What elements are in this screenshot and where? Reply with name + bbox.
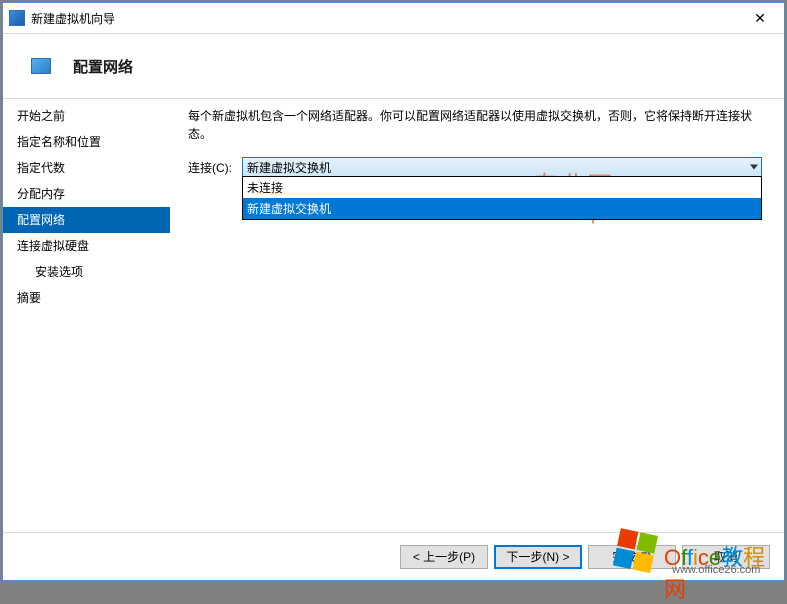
sidebar-item-before-begin[interactable]: 开始之前: [3, 103, 170, 129]
combo-value: 新建虚拟交换机: [247, 159, 331, 176]
sidebar: 开始之前 指定名称和位置 指定代数 分配内存 配置网络 连接虚拟硬盘 安装选项 …: [3, 99, 170, 519]
wizard-window: 新建虚拟机向导 ✕ 配置网络 开始之前 指定名称和位置 指定代数 分配内存 配置…: [2, 2, 785, 581]
content-area: 每个新虚拟机包含一个网络适配器。你可以配置网络适配器以使用虚拟交换机，否则，它将…: [170, 99, 784, 519]
sidebar-item-install-options[interactable]: 安装选项: [3, 259, 170, 285]
sidebar-item-memory[interactable]: 分配内存: [3, 181, 170, 207]
close-button[interactable]: ✕: [742, 6, 778, 30]
finish-button[interactable]: 完成(F): [588, 545, 676, 569]
next-button[interactable]: 下一步(N) >: [494, 545, 582, 569]
connection-dropdown: 未连接 新建虚拟交换机: [242, 176, 762, 220]
connection-combobox[interactable]: 新建虚拟交换机: [242, 157, 762, 177]
cancel-button[interactable]: 取消: [682, 545, 770, 569]
chevron-down-icon: [750, 165, 758, 170]
dropdown-option-new-switch[interactable]: 新建虚拟交换机: [243, 198, 761, 219]
sidebar-item-virtual-disk[interactable]: 连接虚拟硬盘: [3, 233, 170, 259]
dropdown-option-not-connected[interactable]: 未连接: [243, 177, 761, 198]
page-icon: [31, 58, 51, 74]
sidebar-item-network[interactable]: 配置网络: [3, 207, 170, 233]
connection-label: 连接(C):: [188, 157, 242, 176]
close-icon: ✕: [754, 10, 766, 27]
footer: < 上一步(P) 下一步(N) > 完成(F) 取消: [3, 532, 784, 580]
header-section: 配置网络: [3, 34, 784, 98]
sidebar-item-name-location[interactable]: 指定名称和位置: [3, 129, 170, 155]
window-title: 新建虚拟机向导: [31, 10, 742, 27]
titlebar: 新建虚拟机向导 ✕: [3, 3, 784, 33]
description-text: 每个新虚拟机包含一个网络适配器。你可以配置网络适配器以使用虚拟交换机，否则，它将…: [188, 107, 762, 143]
prev-button[interactable]: < 上一步(P): [400, 545, 488, 569]
page-title: 配置网络: [73, 56, 133, 77]
body: 开始之前 指定名称和位置 指定代数 分配内存 配置网络 连接虚拟硬盘 安装选项 …: [3, 99, 784, 519]
sidebar-item-generation[interactable]: 指定代数: [3, 155, 170, 181]
sidebar-item-summary[interactable]: 摘要: [3, 285, 170, 311]
app-icon: [9, 10, 25, 26]
connection-field: 连接(C): 新建虚拟交换机 未连接 新建虚拟交换机: [188, 157, 762, 177]
connection-combo-wrap: 新建虚拟交换机 未连接 新建虚拟交换机: [242, 157, 762, 177]
